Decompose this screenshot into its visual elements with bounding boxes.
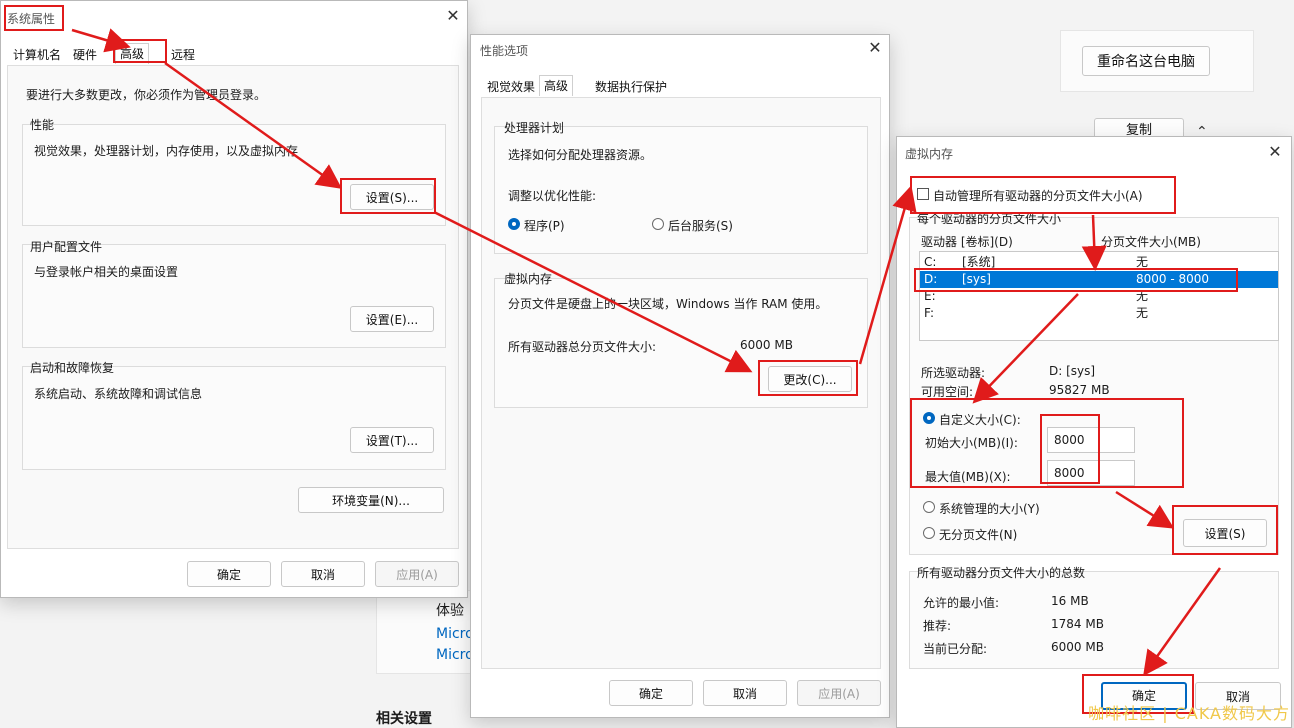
user-profile-label: 用户配置文件 bbox=[30, 240, 103, 254]
close-icon[interactable]: ✕ bbox=[1263, 141, 1287, 163]
totals-label: 所有驱动器分页文件大小的总数 bbox=[917, 566, 1086, 580]
close-icon[interactable]: ✕ bbox=[441, 5, 465, 27]
recommended-label: 推荐: bbox=[923, 619, 952, 633]
background-services-label: 后台服务(S) bbox=[668, 219, 733, 233]
programs-label: 程序(P) bbox=[524, 219, 565, 233]
environment-variables-button[interactable]: 环境变量(N)... bbox=[298, 487, 444, 513]
total-paging-label: 所有驱动器总分页文件大小: bbox=[508, 340, 657, 354]
change-button[interactable]: 更改(C)... bbox=[768, 366, 852, 392]
drive-letter: E: bbox=[924, 289, 936, 303]
user-profile-settings-button[interactable]: 设置(E)... bbox=[350, 306, 434, 332]
custom-size-radio[interactable] bbox=[923, 412, 935, 424]
drive-letter: C: bbox=[924, 255, 937, 269]
window-title: 虚拟内存 bbox=[905, 147, 954, 161]
admin-note: 要进行大多数更改，你必须作为管理员登录。 bbox=[26, 88, 267, 102]
free-space-value: 95827 MB bbox=[1049, 383, 1110, 397]
drive-size: 无 bbox=[1136, 306, 1149, 320]
drive-letter: D: bbox=[924, 272, 938, 286]
custom-size-label: 自定义大小(C): bbox=[939, 413, 1021, 427]
performance-settings-button[interactable]: 设置(S)... bbox=[350, 184, 434, 210]
min-allowed-label: 允许的最小值: bbox=[923, 596, 1000, 610]
initial-size-label: 初始大小(MB)(I): bbox=[925, 436, 1018, 450]
drive-row[interactable]: C: [系统] 无 bbox=[920, 254, 1278, 271]
adjust-label: 调整以优化性能: bbox=[508, 189, 597, 203]
allocated-value: 6000 MB bbox=[1051, 640, 1104, 654]
tab-hardware[interactable]: 硬件 bbox=[69, 45, 101, 65]
initial-size-input[interactable]: 8000 bbox=[1047, 427, 1135, 453]
drive-letter: F: bbox=[924, 306, 935, 320]
performance-options-window: 性能选项 ✕ 视觉效果 高级 数据执行保护 处理器计划 选择如何分配处理器资源。… bbox=[470, 34, 890, 718]
set-button[interactable]: 设置(S) bbox=[1183, 519, 1267, 547]
advanced-tab-panel: 处理器计划 选择如何分配处理器资源。 调整以优化性能: 程序(P) 后台服务(S… bbox=[481, 97, 881, 669]
performance-label: 性能 bbox=[30, 118, 55, 132]
per-drive-label: 每个驱动器的分页文件大小 bbox=[917, 212, 1062, 226]
tab-visual-effects[interactable]: 视觉效果 bbox=[483, 77, 539, 97]
drive-size: 8000 - 8000 bbox=[1136, 272, 1210, 286]
virtual-memory-label: 虚拟内存 bbox=[504, 272, 553, 286]
related-settings-heading: 相关设置 bbox=[376, 711, 432, 727]
drive-row[interactable]: F: 无 bbox=[920, 305, 1278, 322]
tab-dep[interactable]: 数据执行保护 bbox=[591, 77, 671, 97]
auto-manage-checkbox[interactable] bbox=[917, 188, 929, 200]
background-services-radio[interactable] bbox=[652, 218, 664, 230]
ok-button[interactable]: 确定 bbox=[609, 680, 693, 706]
max-size-label: 最大值(MB)(X): bbox=[925, 470, 1011, 484]
system-managed-radio[interactable] bbox=[923, 501, 935, 513]
experience-label: 体验 bbox=[436, 603, 464, 619]
drive-label: [sys] bbox=[962, 272, 991, 286]
auto-manage-label: 自动管理所有驱动器的分页文件大小(A) bbox=[933, 189, 1143, 203]
virtual-memory-window: 虚拟内存 ✕ 自动管理所有驱动器的分页文件大小(A) 每个驱动器的分页文件大小 … bbox=[896, 136, 1292, 728]
no-paging-label: 无分页文件(N) bbox=[939, 528, 1018, 542]
free-space-label: 可用空间: bbox=[921, 385, 974, 399]
performance-desc: 视觉效果，处理器计划，内存使用，以及虚拟内存 bbox=[34, 144, 299, 158]
microsoft-link-2[interactable]: Micro bbox=[436, 647, 474, 663]
tab-remote[interactable]: 远程 bbox=[167, 45, 199, 65]
system-properties-window: 系统属性 ✕ 计算机名 硬件 高级 远程 要进行大多数更改，你必须作为管理员登录… bbox=[0, 0, 468, 598]
drive-size: 无 bbox=[1136, 289, 1149, 303]
tab-advanced[interactable]: 高级 bbox=[115, 43, 150, 64]
rename-pc-button[interactable]: 重命名这台电脑 bbox=[1082, 46, 1210, 76]
recommended-value: 1784 MB bbox=[1051, 617, 1104, 631]
processor-scheduling-label: 处理器计划 bbox=[504, 121, 565, 135]
drive-size: 无 bbox=[1136, 255, 1149, 269]
ok-button[interactable]: 确定 bbox=[187, 561, 271, 587]
cancel-button[interactable]: 取消 bbox=[703, 680, 787, 706]
drive-label: [系统] bbox=[962, 255, 996, 269]
max-size-input[interactable]: 8000 bbox=[1047, 460, 1135, 486]
selected-drive-value: D: [sys] bbox=[1049, 364, 1096, 378]
virtual-memory-desc: 分页文件是硬盘上的一块区域，Windows 当作 RAM 使用。 bbox=[508, 297, 828, 311]
programs-radio[interactable] bbox=[508, 218, 520, 230]
window-title: 系统属性 bbox=[7, 12, 56, 26]
close-icon[interactable]: ✕ bbox=[863, 37, 887, 59]
drive-list[interactable]: C: [系统] 无 D: [sys] 8000 - 8000 E: 无 F: 无 bbox=[919, 251, 1279, 341]
tab-computer-name[interactable]: 计算机名 bbox=[9, 45, 65, 65]
cancel-button[interactable]: 取消 bbox=[281, 561, 365, 587]
startup-recovery-desc: 系统启动、系统故障和调试信息 bbox=[34, 387, 203, 401]
window-title: 性能选项 bbox=[480, 44, 529, 58]
selected-drive-label: 所选驱动器: bbox=[921, 366, 986, 380]
microsoft-link-1[interactable]: Micro bbox=[436, 626, 474, 642]
advanced-tab-panel: 要进行大多数更改，你必须作为管理员登录。 性能 视觉效果，处理器计划，内存使用，… bbox=[7, 65, 459, 549]
total-paging-value: 6000 MB bbox=[740, 338, 793, 352]
drive-column-header: 驱动器 [卷标](D) bbox=[921, 235, 1013, 249]
allocated-label: 当前已分配: bbox=[923, 642, 988, 656]
drive-row[interactable]: E: 无 bbox=[920, 288, 1278, 305]
startup-recovery-group bbox=[22, 366, 446, 470]
size-column-header: 分页文件大小(MB) bbox=[1101, 235, 1201, 249]
apply-button[interactable]: 应用(A) bbox=[375, 561, 459, 587]
startup-settings-button[interactable]: 设置(T)... bbox=[350, 427, 434, 453]
user-profile-desc: 与登录帐户相关的桌面设置 bbox=[34, 265, 179, 279]
system-managed-label: 系统管理的大小(Y) bbox=[939, 502, 1040, 516]
min-allowed-value: 16 MB bbox=[1051, 594, 1089, 608]
watermark: 咖啡社区 | CAKA数码大方 bbox=[1088, 704, 1290, 723]
startup-recovery-label: 启动和故障恢复 bbox=[30, 361, 115, 375]
no-paging-radio[interactable] bbox=[923, 527, 935, 539]
tab-advanced[interactable]: 高级 bbox=[539, 75, 574, 96]
processor-desc: 选择如何分配处理器资源。 bbox=[508, 148, 653, 162]
drive-row-selected[interactable]: D: [sys] 8000 - 8000 bbox=[920, 271, 1278, 288]
apply-button[interactable]: 应用(A) bbox=[797, 680, 881, 706]
